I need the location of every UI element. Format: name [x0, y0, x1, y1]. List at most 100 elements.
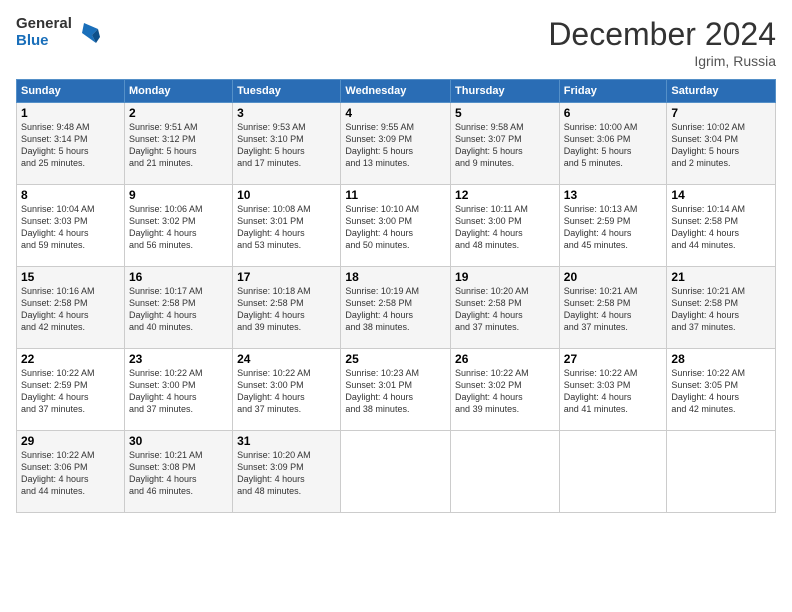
day-detail: Sunrise: 10:23 AMSunset: 3:01 PMDaylight…: [345, 368, 419, 414]
day-detail: Sunrise: 10:11 AMSunset: 3:00 PMDaylight…: [455, 204, 528, 250]
day-number: 18: [345, 270, 446, 284]
calendar-cell: 18 Sunrise: 10:19 AMSunset: 2:58 PMDaylig…: [341, 267, 451, 349]
col-thursday: Thursday: [451, 80, 560, 103]
column-headers: Sunday Monday Tuesday Wednesday Thursday…: [17, 80, 776, 103]
day-number: 11: [345, 188, 446, 202]
calendar-table: Sunday Monday Tuesday Wednesday Thursday…: [16, 79, 776, 513]
calendar-cell: 6Sunrise: 10:00 AMSunset: 3:06 PMDayligh…: [559, 103, 667, 185]
day-number: 6: [564, 106, 663, 120]
day-detail: Sunrise: 10:06 AMSunset: 3:02 PMDaylight…: [129, 204, 203, 250]
page-container: General Blue December 2024 Igrim, Russia…: [0, 0, 792, 521]
logo-bird-icon: [74, 19, 102, 47]
calendar-cell: [559, 431, 667, 513]
day-number: 19: [455, 270, 555, 284]
day-number: 8: [21, 188, 120, 202]
day-detail: Sunrise: 10:13 AMSunset: 2:59 PMDaylight…: [564, 204, 638, 250]
day-number: 13: [564, 188, 663, 202]
calendar-cell: 4 Sunrise: 9:55 AMSunset: 3:09 PMDaylight…: [341, 103, 451, 185]
title-block: December 2024 Igrim, Russia: [548, 16, 776, 69]
day-detail: Sunrise: 10:22 AMSunset: 3:00 PMDaylight…: [237, 368, 311, 414]
day-detail: Sunrise: 10:22 AMSunset: 3:02 PMDaylight…: [455, 368, 529, 414]
day-detail: Sunrise: 10:22 AMSunset: 2:59 PMDaylight…: [21, 368, 95, 414]
day-number: 16: [129, 270, 228, 284]
day-number: 30: [129, 434, 228, 448]
day-number: 12: [455, 188, 555, 202]
calendar-cell: 23Sunrise: 10:22 AMSunset: 3:00 PMDaylig…: [124, 349, 232, 431]
calendar-cell: 24 Sunrise: 10:22 AMSunset: 3:00 PMDaylig…: [233, 349, 341, 431]
day-number: 5: [455, 106, 555, 120]
day-detail: Sunrise: 10:20 AMSunset: 2:58 PMDaylight…: [455, 286, 529, 332]
calendar-cell: 22Sunrise: 10:22 AMSunset: 2:59 PMDaylig…: [17, 349, 125, 431]
day-number: 28: [671, 352, 771, 366]
calendar-cell: 3Sunrise: 9:53 AMSunset: 3:10 PMDaylight…: [233, 103, 341, 185]
calendar-cell: [667, 431, 776, 513]
day-number: 27: [564, 352, 663, 366]
calendar-cell: 20 Sunrise: 10:21 AMSunset: 2:58 PMDaylig…: [559, 267, 667, 349]
day-detail: Sunrise: 10:21 AMSunset: 2:58 PMDaylight…: [671, 286, 745, 332]
day-detail: Sunrise: 10:04 AMSunset: 3:03 PMDaylight…: [21, 204, 95, 250]
day-number: 21: [671, 270, 771, 284]
month-title: December 2024: [548, 16, 776, 53]
location: Igrim, Russia: [548, 53, 776, 69]
calendar-cell: 14 Sunrise: 10:14 AMSunset: 2:58 PMDaylig…: [667, 185, 776, 267]
day-number: 2: [129, 106, 228, 120]
day-number: 20: [564, 270, 663, 284]
day-detail: Sunrise: 10:16 AMSunset: 2:58 PMDaylight…: [21, 286, 95, 332]
day-detail: Sunrise: 10:21 AMSunset: 3:08 PMDaylight…: [129, 450, 203, 496]
calendar-cell: 2Sunrise: 9:51 AMSunset: 3:12 PMDaylight…: [124, 103, 232, 185]
calendar-cell: [451, 431, 560, 513]
calendar-cell: 10Sunrise: 10:08 AMSunset: 3:01 PMDaylig…: [233, 185, 341, 267]
calendar-cell: 13 Sunrise: 10:13 AMSunset: 2:59 PMDaylig…: [559, 185, 667, 267]
col-saturday: Saturday: [667, 80, 776, 103]
calendar-week-5: 29Sunrise: 10:22 AMSunset: 3:06 PMDaylig…: [17, 431, 776, 513]
calendar-cell: 1 Sunrise: 9:48 AMSunset: 3:14 PMDaylight…: [17, 103, 125, 185]
day-number: 31: [237, 434, 336, 448]
day-detail: Sunrise: 10:22 AMSunset: 3:05 PMDaylight…: [671, 368, 745, 414]
day-number: 17: [237, 270, 336, 284]
calendar-week-1: 1 Sunrise: 9:48 AMSunset: 3:14 PMDaylight…: [17, 103, 776, 185]
day-detail: Sunrise: 10:14 AMSunset: 2:58 PMDaylight…: [671, 204, 745, 250]
calendar-week-2: 8 Sunrise: 10:04 AMSunset: 3:03 PMDayligh…: [17, 185, 776, 267]
day-number: 26: [455, 352, 555, 366]
day-number: 9: [129, 188, 228, 202]
calendar-cell: 29Sunrise: 10:22 AMSunset: 3:06 PMDaylig…: [17, 431, 125, 513]
day-detail: Sunrise: 10:22 AMSunset: 3:03 PMDaylight…: [564, 368, 638, 414]
day-detail: Sunrise: 10:08 AMSunset: 3:01 PMDaylight…: [237, 204, 311, 250]
col-tuesday: Tuesday: [233, 80, 341, 103]
day-detail: Sunrise: 10:18 AMSunset: 2:58 PMDaylight…: [237, 286, 311, 332]
day-number: 25: [345, 352, 446, 366]
day-detail: Sunrise: 9:58 AMSunset: 3:07 PMDaylight:…: [455, 122, 524, 168]
day-detail: Sunrise: 10:10 AMSunset: 3:00 PMDaylight…: [345, 204, 419, 250]
day-detail: Sunrise: 9:48 AMSunset: 3:14 PMDaylight:…: [21, 122, 90, 168]
day-number: 24: [237, 352, 336, 366]
col-monday: Monday: [124, 80, 232, 103]
day-number: 23: [129, 352, 228, 366]
day-number: 29: [21, 434, 120, 448]
calendar-cell: 31 Sunrise: 10:20 AMSunset: 3:09 PMDaylig…: [233, 431, 341, 513]
day-detail: Sunrise: 10:20 AMSunset: 3:09 PMDaylight…: [237, 450, 311, 496]
calendar-cell: 8 Sunrise: 10:04 AMSunset: 3:03 PMDayligh…: [17, 185, 125, 267]
day-detail: Sunrise: 10:21 AMSunset: 2:58 PMDaylight…: [564, 286, 638, 332]
calendar-cell: 21 Sunrise: 10:21 AMSunset: 2:58 PMDaylig…: [667, 267, 776, 349]
calendar-cell: 28 Sunrise: 10:22 AMSunset: 3:05 PMDaylig…: [667, 349, 776, 431]
day-number: 14: [671, 188, 771, 202]
calendar-cell: [341, 431, 451, 513]
calendar-cell: 11 Sunrise: 10:10 AMSunset: 3:00 PMDaylig…: [341, 185, 451, 267]
day-detail: Sunrise: 10:02 AMSunset: 3:04 PMDaylight…: [671, 122, 745, 168]
calendar-cell: 15 Sunrise: 10:16 AMSunset: 2:58 PMDaylig…: [17, 267, 125, 349]
day-detail: Sunrise: 10:17 AMSunset: 2:58 PMDaylight…: [129, 286, 203, 332]
day-detail: Sunrise: 9:55 AMSunset: 3:09 PMDaylight:…: [345, 122, 414, 168]
logo: General Blue: [16, 16, 102, 49]
day-number: 7: [671, 106, 771, 120]
col-wednesday: Wednesday: [341, 80, 451, 103]
day-number: 1: [21, 106, 120, 120]
calendar-cell: 7 Sunrise: 10:02 AMSunset: 3:04 PMDayligh…: [667, 103, 776, 185]
day-detail: Sunrise: 10:19 AMSunset: 2:58 PMDaylight…: [345, 286, 419, 332]
calendar-cell: 16 Sunrise: 10:17 AMSunset: 2:58 PMDaylig…: [124, 267, 232, 349]
day-detail: Sunrise: 9:53 AMSunset: 3:10 PMDaylight:…: [237, 122, 306, 168]
day-number: 15: [21, 270, 120, 284]
calendar-cell: 30 Sunrise: 10:21 AMSunset: 3:08 PMDaylig…: [124, 431, 232, 513]
calendar-cell: 27 Sunrise: 10:22 AMSunset: 3:03 PMDaylig…: [559, 349, 667, 431]
calendar-week-3: 15 Sunrise: 10:16 AMSunset: 2:58 PMDaylig…: [17, 267, 776, 349]
day-number: 4: [345, 106, 446, 120]
